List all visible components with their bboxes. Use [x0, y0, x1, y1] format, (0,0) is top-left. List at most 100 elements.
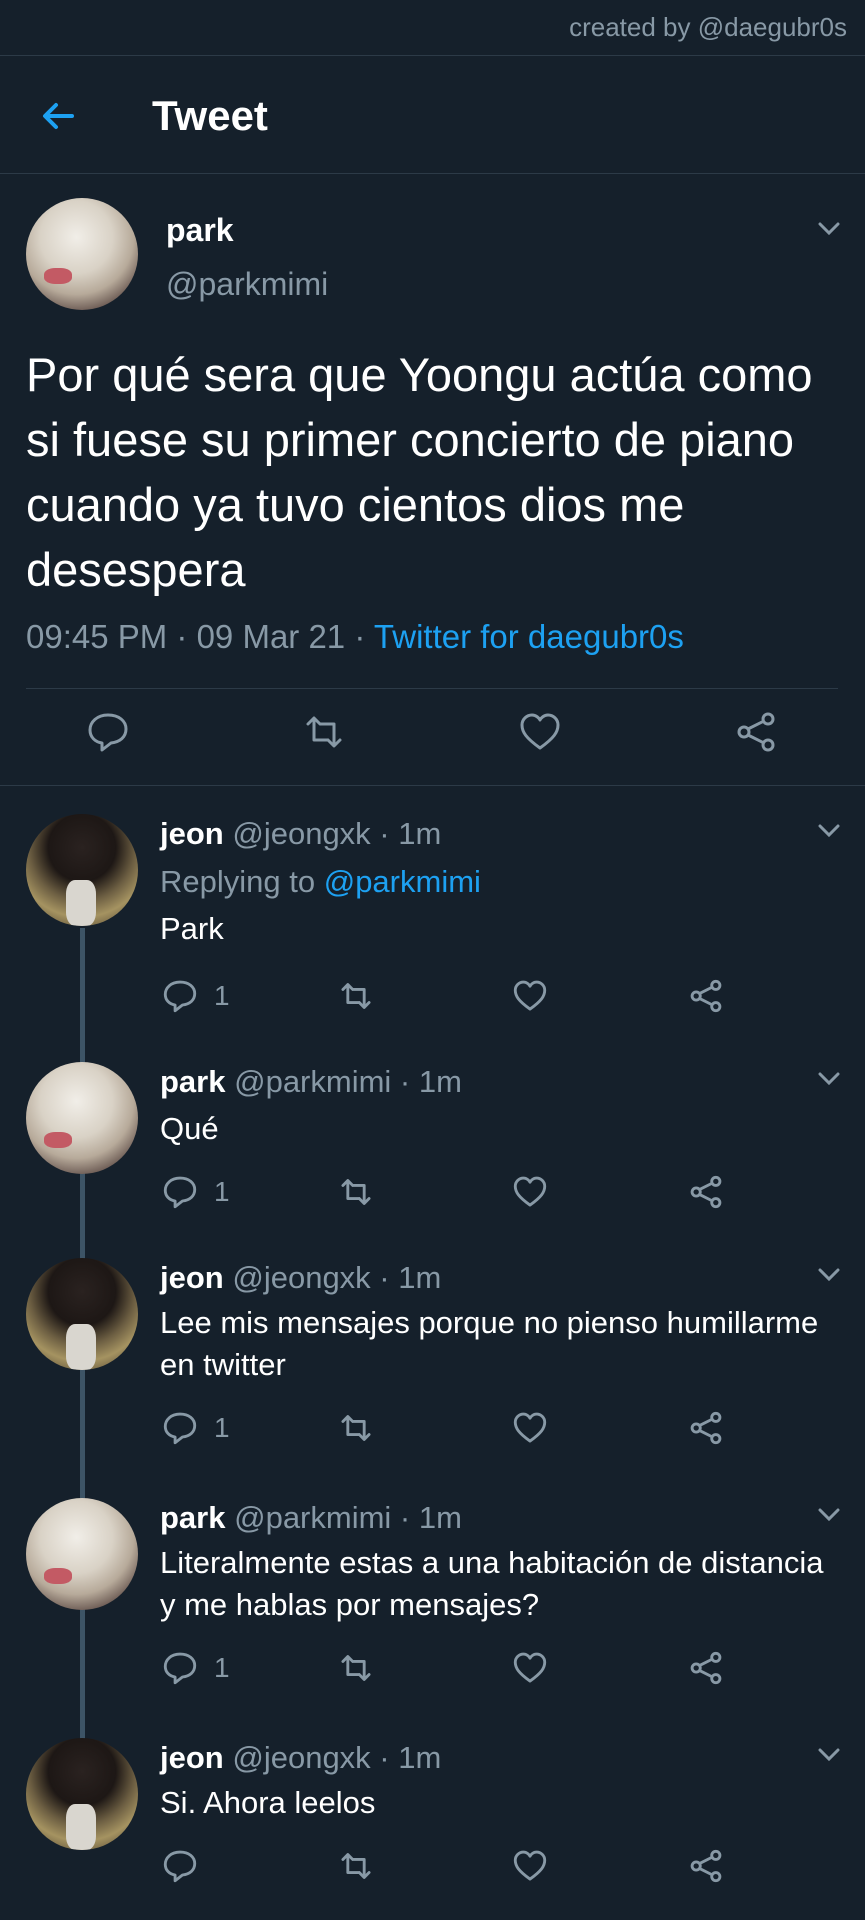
reply-name[interactable]: park [160, 1064, 225, 1099]
reply-button[interactable] [86, 710, 130, 754]
reply-time: 1m [418, 1500, 462, 1535]
tweet-text: Por qué sera que Yoongu actúa como si fu… [26, 348, 813, 596]
like-button[interactable] [512, 1848, 548, 1884]
reply-button[interactable] [162, 1174, 198, 1210]
reply-icon [163, 1412, 197, 1445]
share-button[interactable] [688, 1848, 724, 1884]
header: Tweet [0, 56, 865, 174]
share-icon [690, 1175, 722, 1209]
back-button[interactable] [38, 96, 78, 136]
reply-actions: 1 [0, 978, 865, 1022]
reply-time: 1m [398, 816, 442, 851]
reply-actions: 1 [0, 1174, 865, 1218]
replying-to-handle[interactable]: @parkmimi [324, 864, 481, 899]
page-title: Tweet [152, 92, 268, 139]
like-button[interactable] [512, 1174, 548, 1210]
reply-icon [163, 1850, 197, 1883]
retweet-button[interactable] [302, 710, 346, 754]
reply-count: 1 [214, 1412, 230, 1443]
reply-time: 1m [418, 1064, 462, 1099]
reply-text: Literalmente estas a una habitación de d… [160, 1545, 824, 1622]
watermark: created by @daegubr0s [569, 12, 847, 42]
tweet-actions [0, 710, 865, 770]
reply-button[interactable] [162, 1650, 198, 1686]
reply-name[interactable]: park [160, 1500, 225, 1535]
reply-text: Lee mis mensajes porque no pienso humill… [160, 1305, 819, 1382]
like-button[interactable] [512, 1650, 548, 1686]
reply-tweet[interactable]: park @parkmimi · 1m Qué 1 [0, 1034, 865, 1234]
retweet-button[interactable] [338, 1848, 374, 1884]
more-options-button[interactable] [818, 1748, 840, 1762]
chevron-down-icon [818, 1072, 840, 1086]
reply-button[interactable] [162, 978, 198, 1014]
more-options-button[interactable] [818, 222, 840, 236]
avatar[interactable] [26, 198, 138, 310]
share-icon [690, 979, 722, 1013]
like-icon [513, 1412, 547, 1443]
avatar[interactable] [26, 1498, 138, 1610]
like-icon [513, 1652, 547, 1683]
reply-tweet[interactable]: jeon @jeongxk · 1m Replying to @parkmimi… [0, 786, 865, 1048]
reply-name[interactable]: jeon [160, 816, 224, 851]
like-button[interactable] [518, 710, 562, 754]
reply-icon [163, 1652, 197, 1685]
reply-button[interactable] [162, 1848, 198, 1884]
reply-name[interactable]: jeon [160, 1740, 224, 1775]
chevron-down-icon [818, 824, 840, 838]
reply-handle[interactable]: @parkmimi [234, 1500, 391, 1535]
reply-handle[interactable]: @jeongxk [232, 816, 370, 851]
author-name[interactable]: park [166, 212, 234, 249]
reply-actions: 1 [0, 1410, 865, 1454]
author-handle[interactable]: @parkmimi [166, 266, 328, 303]
avatar[interactable] [26, 814, 138, 926]
like-button[interactable] [512, 1410, 548, 1446]
avatar[interactable] [26, 1062, 138, 1174]
like-button[interactable] [512, 978, 548, 1014]
more-options-button[interactable] [818, 1268, 840, 1282]
reply-handle[interactable]: @jeongxk [232, 1260, 370, 1295]
reply-icon [163, 980, 197, 1013]
reply-time: 1m [398, 1260, 442, 1295]
like-icon [513, 1176, 547, 1207]
tweet-meta: 09:45 PM · 09 Mar 21 · Twitter for daegu… [26, 618, 684, 656]
retweet-icon [341, 1853, 371, 1879]
reply-tweet[interactable]: park @parkmimi · 1m Literalmente estas a… [0, 1470, 865, 1710]
more-options-button[interactable] [818, 1072, 840, 1086]
reply-icon [163, 1176, 197, 1209]
share-icon [690, 1849, 722, 1883]
share-icon [690, 1411, 722, 1445]
retweet-button[interactable] [338, 1410, 374, 1446]
reply-button[interactable] [162, 1410, 198, 1446]
reply-name[interactable]: jeon [160, 1260, 224, 1295]
tweet-time: 09:45 PM [26, 618, 168, 655]
retweet-button[interactable] [338, 1174, 374, 1210]
share-button[interactable] [688, 978, 724, 1014]
reply-tweet[interactable]: jeon @jeongxk · 1m Si. Ahora leelos [0, 1710, 865, 1910]
avatar[interactable] [26, 1738, 138, 1850]
reply-icon [88, 713, 128, 752]
share-icon [690, 1651, 722, 1685]
reply-tweet[interactable]: jeon @jeongxk · 1m Lee mis mensajes porq… [0, 1230, 865, 1470]
share-button[interactable] [688, 1174, 724, 1210]
avatar[interactable] [26, 1258, 138, 1370]
share-button[interactable] [688, 1410, 724, 1446]
retweet-button[interactable] [338, 978, 374, 1014]
replying-to: Replying to @parkmimi [160, 864, 481, 900]
like-icon [513, 1850, 547, 1881]
share-button[interactable] [688, 1650, 724, 1686]
chevron-down-icon [818, 222, 840, 236]
reply-actions: 1 [0, 1650, 865, 1694]
more-options-button[interactable] [818, 824, 840, 838]
tweet-source[interactable]: Twitter for daegubr0s [374, 618, 684, 655]
arrow-left-icon [43, 103, 74, 129]
reply-header: park @parkmimi · 1m [160, 1500, 462, 1535]
reply-handle[interactable]: @parkmimi [234, 1064, 391, 1099]
more-options-button[interactable] [818, 1508, 840, 1522]
meta-separator: · [345, 618, 374, 655]
reply-time: 1m [398, 1740, 442, 1775]
reply-handle[interactable]: @jeongxk [232, 1740, 370, 1775]
reply-header: park @parkmimi · 1m [160, 1064, 462, 1099]
share-button[interactable] [734, 710, 778, 754]
retweet-button[interactable] [338, 1650, 374, 1686]
reply-count: 1 [214, 980, 230, 1011]
